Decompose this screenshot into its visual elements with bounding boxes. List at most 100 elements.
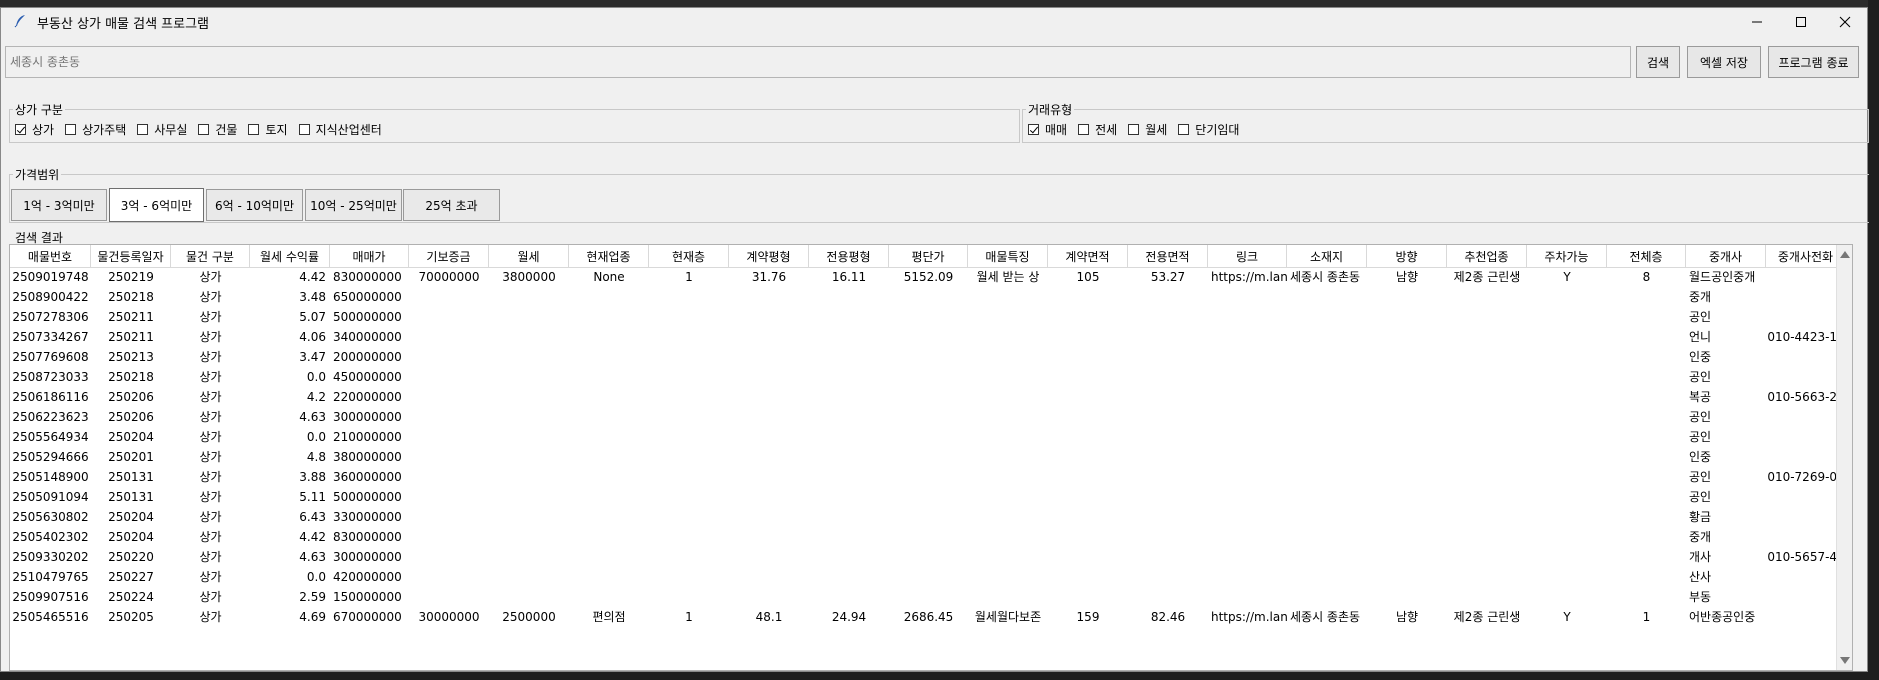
price-range-button[interactable]: 25억 초과: [403, 189, 500, 221]
table-cell: [1447, 467, 1527, 487]
column-header[interactable]: 방향: [1367, 245, 1447, 267]
property-type-option[interactable]: 사무실: [137, 121, 187, 138]
vertical-scrollbar[interactable]: [1836, 245, 1852, 670]
column-header[interactable]: 중개사: [1686, 245, 1766, 267]
table-cell: [889, 407, 968, 427]
table-cell: [569, 407, 649, 427]
excel-save-button[interactable]: 엑셀 저장: [1687, 46, 1761, 78]
table-row[interactable]: 2509019748 250219 상가 4.42 830000000 70000000 3…: [10, 267, 1836, 287]
search-input[interactable]: [10, 47, 1620, 77]
table-row[interactable]: 2505630802 250204 상가 6.43 330000000 황금: [10, 507, 1836, 527]
table-cell: 330000000: [333, 510, 402, 524]
trade-type-checkbox[interactable]: [1128, 124, 1140, 135]
table-row[interactable]: 2505294666 250201 상가 4.8 380000000 인중: [10, 447, 1836, 467]
table-row[interactable]: 2505402302 250204 상가 4.42 830000000 중개: [10, 527, 1836, 547]
property-type-option[interactable]: 상가: [15, 121, 54, 138]
table-row[interactable]: 2505091094 250131 상가 5.11 500000000 공인: [10, 487, 1836, 507]
table-cell: [809, 387, 889, 407]
property-type-checkbox[interactable]: [15, 124, 26, 135]
column-header[interactable]: 현재층: [649, 245, 729, 267]
price-range-button[interactable]: 10억 - 25억미만: [305, 189, 402, 221]
column-header[interactable]: 매물특징: [968, 245, 1048, 267]
table-cell: [1527, 467, 1607, 487]
table-row[interactable]: 2509330202 250220 상가 4.63 300000000 개사 010-565…: [10, 547, 1836, 567]
property-type-checkbox[interactable]: [248, 124, 260, 135]
column-header[interactable]: 월세 수익률: [250, 245, 330, 267]
trade-type-checkbox[interactable]: [1078, 124, 1090, 135]
column-header[interactable]: 평단가: [889, 245, 968, 267]
table-row[interactable]: 2506186116 250206 상가 4.2 220000000 복공 010-5663…: [10, 387, 1836, 407]
column-header[interactable]: 링크: [1208, 245, 1287, 267]
property-type-checkbox[interactable]: [198, 124, 210, 135]
table-cell: 2509907516: [12, 590, 89, 604]
column-header[interactable]: 계약평형: [729, 245, 809, 267]
table-cell: [1607, 587, 1686, 607]
table-row[interactable]: 2507769608 250213 상가 3.47 200000000 인중: [10, 347, 1836, 367]
table-cell: [729, 547, 809, 567]
property-type-option[interactable]: 건물: [198, 121, 237, 138]
column-header[interactable]: 주차가능: [1527, 245, 1607, 267]
table-row[interactable]: 2505465516 250205 상가 4.69 670000000 30000000 2…: [10, 607, 1836, 627]
column-header[interactable]: 중개사전화: [1766, 245, 1836, 267]
column-header[interactable]: 전용면적: [1128, 245, 1208, 267]
table-row[interactable]: 2506223623 250206 상가 4.63 300000000 공인: [10, 407, 1836, 427]
table-row[interactable]: 2508723033 250218 상가 0.0 450000000 공인: [10, 367, 1836, 387]
trade-type-option[interactable]: 월세: [1128, 121, 1167, 138]
table-cell: [1208, 347, 1287, 367]
property-type-checkbox[interactable]: [298, 124, 310, 135]
table-row[interactable]: 2505564934 250204 상가 0.0 210000000 공인: [10, 427, 1836, 447]
property-type-checkbox[interactable]: [65, 124, 77, 135]
column-header[interactable]: 매매가: [330, 245, 409, 267]
scroll-down-icon[interactable]: [1840, 657, 1850, 664]
property-type-checkbox[interactable]: [137, 124, 149, 135]
trade-type-option[interactable]: 단기임대: [1178, 121, 1239, 138]
trade-type-option[interactable]: 전세: [1078, 121, 1117, 138]
price-range-button[interactable]: 6억 - 10억미만: [206, 189, 303, 221]
column-header[interactable]: 계약면적: [1048, 245, 1128, 267]
property-type-option[interactable]: 지식산업센터: [298, 121, 382, 138]
table-cell: [1527, 347, 1607, 367]
table-cell: [1447, 427, 1527, 447]
column-header[interactable]: 물건등록일자: [91, 245, 171, 267]
property-type-option[interactable]: 토지: [248, 121, 288, 138]
table-cell: [649, 467, 729, 487]
table-row[interactable]: 2507334267 250211 상가 4.06 340000000 언니 010-442…: [10, 327, 1836, 347]
table-row[interactable]: 2508900422 250218 상가 3.48 650000000 중개: [10, 287, 1836, 307]
table-row[interactable]: 2510479765 250227 상가 0.0 420000000 산사: [10, 567, 1836, 587]
table-cell: [889, 447, 968, 467]
property-type-options: 상가 상가주택 사무실 건물 토지 지식산업센터: [15, 121, 393, 138]
trade-type-checkbox[interactable]: [1028, 124, 1039, 135]
table-row[interactable]: 2507278306 250211 상가 5.07 500000000 공인: [10, 307, 1836, 327]
trade-type-option[interactable]: 매매: [1028, 121, 1067, 138]
column-header[interactable]: 전용평형: [809, 245, 889, 267]
scroll-up-icon[interactable]: [1840, 251, 1850, 258]
table-cell: [1208, 427, 1287, 447]
column-header[interactable]: 매물번호: [10, 245, 91, 267]
property-type-option[interactable]: 상가주택: [65, 121, 126, 138]
column-header[interactable]: 월세: [489, 245, 569, 267]
column-header[interactable]: 현재업종: [569, 245, 649, 267]
search-button[interactable]: 검색: [1636, 46, 1680, 78]
close-button[interactable]: [1822, 8, 1868, 35]
minimize-button[interactable]: [1734, 8, 1780, 35]
column-header[interactable]: 전체층: [1607, 245, 1686, 267]
table-row[interactable]: 2509907516 250224 상가 2.59 150000000 부동: [10, 587, 1836, 607]
column-header[interactable]: 물건 구분: [171, 245, 250, 267]
maximize-button[interactable]: [1778, 8, 1824, 35]
table-cell: [889, 507, 968, 527]
table-cell: 250218: [108, 370, 154, 384]
column-header[interactable]: 소재지: [1287, 245, 1367, 267]
column-header[interactable]: 추천업종: [1447, 245, 1527, 267]
column-header[interactable]: 기보증금: [409, 245, 489, 267]
table-cell: [968, 427, 1048, 447]
table-cell: [1527, 567, 1607, 587]
table-cell: [1208, 387, 1287, 407]
table-cell: 5152.09: [903, 270, 954, 284]
table-cell: [569, 307, 649, 327]
exit-button[interactable]: 프로그램 종료: [1768, 46, 1859, 78]
table-cell: [1607, 367, 1686, 387]
trade-type-checkbox[interactable]: [1178, 124, 1190, 135]
price-range-button[interactable]: 3억 - 6억미만: [109, 188, 204, 222]
price-range-button[interactable]: 1억 - 3억미만: [11, 189, 107, 221]
table-row[interactable]: 2505148900 250131 상가 3.88 360000000 공인 010-726…: [10, 467, 1836, 487]
